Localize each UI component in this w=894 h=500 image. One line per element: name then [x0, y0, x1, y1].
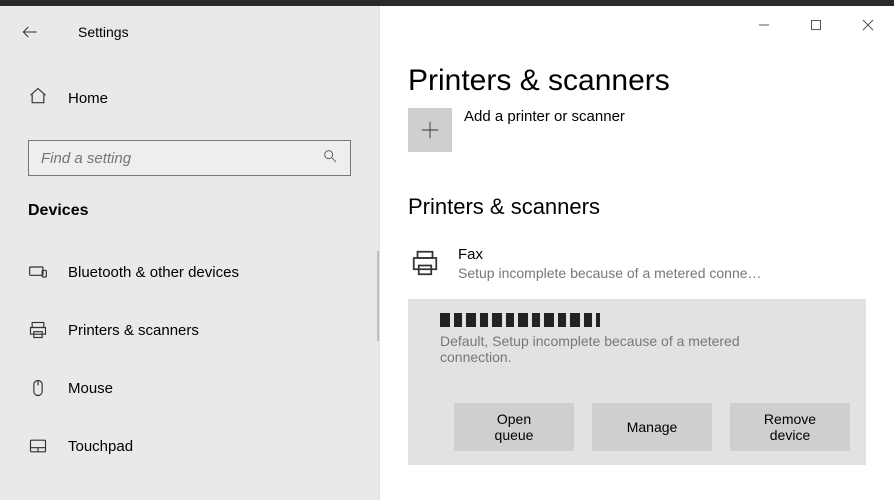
- nav-item-bluetooth[interactable]: Bluetooth & other devices: [28, 248, 351, 296]
- sidebar-scrollbar[interactable]: [377, 251, 379, 341]
- manage-button[interactable]: Manage: [592, 403, 712, 451]
- category-label: Devices: [28, 202, 351, 220]
- home-nav[interactable]: Home: [28, 78, 351, 118]
- section-title: Printers & scanners: [408, 194, 866, 220]
- nav-label: Touchpad: [68, 438, 133, 455]
- touchpad-icon: [28, 436, 48, 456]
- home-label: Home: [68, 90, 108, 107]
- sidebar: Settings Home Devices: [0, 6, 380, 500]
- device-name: [440, 313, 760, 331]
- device-name: Fax: [458, 246, 762, 263]
- nav-label: Printers & scanners: [68, 322, 199, 339]
- device-item-selected[interactable]: Default, Setup incomplete because of a m…: [408, 299, 866, 465]
- mouse-icon: [28, 378, 48, 398]
- open-queue-button[interactable]: Open queue: [454, 403, 574, 451]
- keyboard-devices-icon: [28, 262, 48, 282]
- device-item-fax[interactable]: Fax Setup incomplete because of a metere…: [408, 238, 866, 289]
- printer-icon: [408, 246, 442, 278]
- nav-item-printers[interactable]: Printers & scanners: [28, 306, 351, 354]
- app-title: Settings: [78, 24, 129, 40]
- device-status: Default, Setup incomplete because of a m…: [440, 333, 760, 365]
- nav-item-touchpad[interactable]: Touchpad: [28, 422, 351, 470]
- home-icon: [28, 86, 48, 111]
- device-status: Setup incomplete because of a metered co…: [458, 265, 762, 281]
- nav-label: Mouse: [68, 380, 113, 397]
- printer-icon: [28, 320, 48, 340]
- remove-device-button[interactable]: Remove device: [730, 403, 850, 451]
- device-list: Fax Setup incomplete because of a metere…: [408, 238, 866, 465]
- device-actions: Open queue Manage Remove device: [424, 403, 850, 451]
- main-panel: Printers & scanners Add a printer or sca…: [380, 6, 894, 500]
- search-icon: [322, 148, 338, 169]
- page-title: Printers & scanners: [408, 64, 866, 98]
- add-printer-button[interactable]: Add a printer or scanner: [408, 108, 866, 152]
- add-printer-label: Add a printer or scanner: [464, 108, 625, 125]
- search-box[interactable]: [28, 140, 351, 176]
- redacted-name: [440, 313, 600, 327]
- nav-list: Bluetooth & other devices Printers & sca…: [28, 248, 351, 470]
- nav-item-mouse[interactable]: Mouse: [28, 364, 351, 412]
- search-input[interactable]: [41, 150, 322, 167]
- plus-icon: [408, 108, 452, 152]
- back-button[interactable]: [10, 12, 50, 52]
- nav-label: Bluetooth & other devices: [68, 264, 239, 281]
